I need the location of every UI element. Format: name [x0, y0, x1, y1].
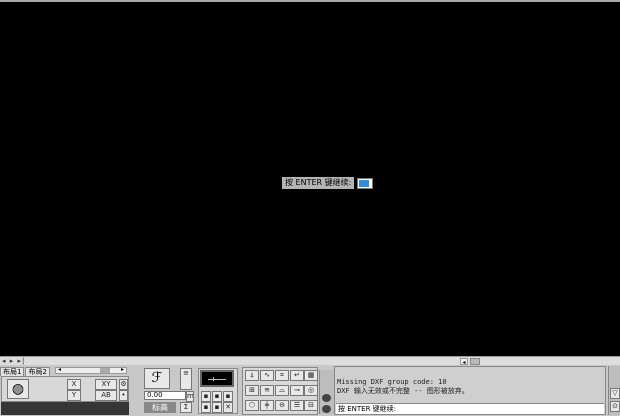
chevron-left-icon[interactable]: ◂ [58, 366, 61, 373]
tab-layout1[interactable]: 布局1 [0, 367, 25, 376]
chevron-right-icon[interactable]: ▸ [121, 366, 124, 373]
xy-label: XY [101, 380, 111, 388]
settings-icon[interactable]: • [119, 390, 128, 401]
tab-scroll-thumb[interactable] [100, 368, 110, 373]
tab-layout2[interactable]: 布局2 [25, 367, 50, 376]
chevron-right-icon[interactable] [322, 394, 331, 402]
view-ab-button[interactable]: AB [95, 390, 117, 401]
tool-e[interactable]: ▦ [304, 370, 318, 381]
right-tool-strip: ▽ ⊙ [608, 366, 620, 415]
chevron-down-icon[interactable] [322, 405, 331, 413]
tool-f[interactable]: ⊞ [245, 385, 259, 396]
text-icon[interactable]: ℱ [144, 368, 170, 389]
tool-d[interactable]: ↵ [290, 370, 304, 381]
tab-scrollbar[interactable]: ◂ ▸ [55, 366, 127, 374]
draw-tools-panel: ⍋ ∿ ⌗ ↵ ▦ ⊞ ≋ ⌓ ⊸ ◎ ⬡ ╪ ⊖ ☰ ⊟ [242, 367, 318, 415]
pin-icon[interactable]: ⊙ [610, 401, 620, 412]
history-line: Missing DXF group code: 10 [337, 378, 447, 386]
command-window: Missing DXF group code: 10 DXF 输入无效或不完整 -… [334, 366, 606, 415]
layout-tabs: 布局1 布局2 [0, 367, 51, 376]
tool-n[interactable]: ☰ [290, 400, 304, 411]
tool-h[interactable]: ⌓ [275, 385, 289, 396]
preview-btn-3[interactable]: ▪ [223, 391, 233, 402]
status-dark-bar [1, 402, 129, 415]
scroll-left-button[interactable]: ◂ [460, 357, 468, 366]
elevation-field[interactable]: 0.00 [144, 391, 186, 400]
tool-k[interactable]: ⬡ [245, 400, 259, 411]
command-history: Missing DXF group code: 10 DXF 输入无效或不完整 -… [337, 378, 469, 396]
sigma-icon[interactable]: Σ [180, 402, 192, 413]
tool-c[interactable]: ⌗ [275, 370, 289, 381]
command-grip[interactable] [319, 370, 334, 414]
canvas-horizontal-scroll[interactable]: ◂ ▸ ▸| ◂ [0, 356, 620, 366]
prompt-input-box[interactable] [357, 177, 374, 189]
elevation-label-button[interactable]: 标高 [144, 402, 176, 413]
prompt-cursor [359, 179, 370, 187]
command-input[interactable]: 按 ENTER 键继续: [336, 403, 604, 414]
preview-screen [200, 370, 234, 387]
tool-l[interactable]: ╪ [260, 400, 274, 411]
globe-icon[interactable]: ◍ [7, 379, 29, 399]
drawing-canvas[interactable]: 按 ENTER 键继续: [0, 2, 620, 356]
tool-g[interactable]: ≋ [260, 385, 274, 396]
preview-btn-4[interactable]: ▪ [201, 402, 211, 413]
tool-a[interactable]: ⍋ [245, 370, 259, 381]
ab-label: AB [101, 391, 111, 399]
list-icon[interactable]: ≡ [180, 368, 192, 390]
scrollbar-right[interactable]: ◂ [460, 357, 480, 366]
unit-icon[interactable]: m [186, 391, 194, 402]
preview-btn-1[interactable]: ▪ [201, 391, 211, 402]
bottom-panel: 布局1 布局2 ◂ ▸ ◍ X Y XY AB ⚙ • ℱ 0.00 m 标高 … [0, 365, 620, 416]
layout-nav-arrows[interactable]: ◂ ▸ ▸| [2, 357, 25, 365]
tool-b[interactable]: ∿ [260, 370, 274, 381]
prompt-label: 按 ENTER 键继续: [282, 177, 355, 189]
axis-y-icon[interactable]: Y [67, 390, 81, 401]
preview-btn-5[interactable]: ▪ [212, 402, 222, 413]
filter-icon[interactable]: ▽ [610, 388, 620, 399]
dynamic-input-prompt: 按 ENTER 键继续: [282, 177, 374, 189]
scroll-thumb[interactable] [470, 357, 480, 365]
tool-m[interactable]: ⊖ [275, 400, 289, 411]
tool-j[interactable]: ◎ [304, 385, 318, 396]
view-toolbar: ◍ X Y XY AB ⚙ • [1, 376, 129, 402]
tool-i[interactable]: ⊸ [290, 385, 304, 396]
close-icon[interactable]: ✕ [223, 402, 233, 413]
axis-x-icon[interactable]: X [67, 379, 81, 390]
view-xy-button[interactable]: XY [95, 379, 117, 390]
preview-panel: ▪ ▪ ▪ ▪ ▪ ✕ [198, 368, 238, 414]
preview-btn-2[interactable]: ▪ [212, 391, 222, 402]
tool-o[interactable]: ⊟ [304, 400, 318, 411]
gear-icon[interactable]: ⚙ [119, 379, 128, 390]
history-line: DXF 输入无效或不完整 -- 图形被放弃。 [337, 387, 469, 395]
